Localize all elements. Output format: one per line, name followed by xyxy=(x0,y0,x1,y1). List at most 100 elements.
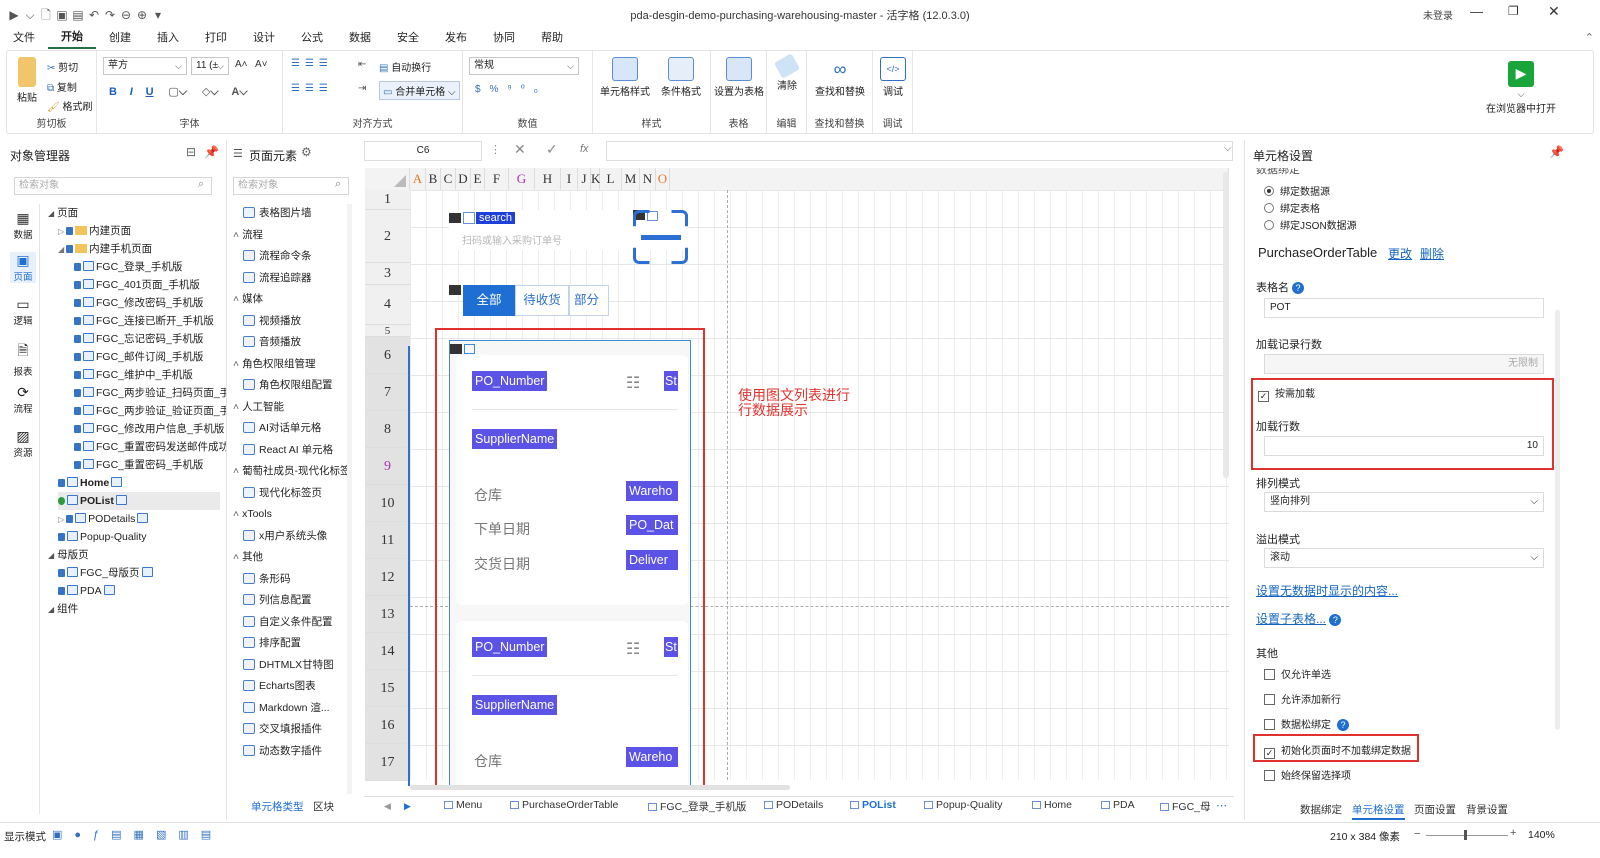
open-browser-button[interactable]: ▶ ⌵ 在浏览器中打开 xyxy=(1483,61,1559,115)
row-header[interactable]: 15 xyxy=(365,670,410,707)
sheet-tab-3[interactable]: PODetails xyxy=(764,799,823,811)
load-count-input[interactable]: 10 xyxy=(1264,436,1544,456)
number-format-icons[interactable]: $%⁹⁰₀ xyxy=(475,84,547,95)
element-item[interactable]: 交叉填报插件 xyxy=(243,720,322,738)
tree-item[interactable]: FGC_修改用户信息_手机版 xyxy=(74,420,224,438)
collapse-icon[interactable]: ⊟ xyxy=(186,145,196,159)
tab-next-icon[interactable]: ▶ xyxy=(404,801,411,812)
zoom-slider-thumb[interactable] xyxy=(1464,830,1467,840)
underline-icon[interactable]: U xyxy=(146,86,154,98)
number-format-select[interactable]: 常规 xyxy=(469,57,579,75)
cut-button[interactable]: ✂ 剪切 xyxy=(47,59,78,74)
tab-partial[interactable]: 部分收 xyxy=(569,285,609,316)
collapse-chevron-icon[interactable]: ˄ xyxy=(233,508,242,520)
element-category[interactable]: ˄ 媒体 xyxy=(233,290,263,308)
page-elements-scrollbar[interactable] xyxy=(347,204,352,794)
element-item[interactable]: DHTMLX甘特图 xyxy=(243,656,334,674)
zoom-in-icon[interactable]: + xyxy=(1510,827,1516,839)
column-header[interactable]: C xyxy=(441,168,456,190)
tree-item[interactable]: FGC_重置密码发送邮件成功 xyxy=(74,438,229,456)
settings-tab-2[interactable]: 页面设置 xyxy=(1414,802,1456,817)
mode-icons[interactable]: ▣●ƒ▤▦▧▥▤ xyxy=(52,828,223,841)
side-report-button[interactable]: 🗎 报表 xyxy=(10,340,36,378)
restore-icon[interactable]: ❐ xyxy=(1508,4,1519,18)
font-family-select[interactable]: 苹方 xyxy=(103,57,187,75)
sheet-tab-2[interactable]: FGC_登录_手机版 xyxy=(648,799,746,814)
element-category[interactable]: ˄ 流程 xyxy=(233,226,263,244)
expand-triangle-icon[interactable]: ◢ xyxy=(48,551,54,560)
menu-security[interactable]: 安全 xyxy=(384,28,432,48)
column-header[interactable]: D xyxy=(456,168,471,190)
menu-file[interactable]: 文件 xyxy=(0,28,48,48)
bind-datasource-radio[interactable]: 绑定数据源 xyxy=(1264,183,1330,198)
row-header[interactable]: 3 xyxy=(365,263,410,285)
element-item[interactable]: Echarts图表 xyxy=(243,677,316,695)
row-header[interactable]: 16 xyxy=(365,707,410,744)
set-table-button[interactable]: 设置为表格 xyxy=(713,57,765,98)
column-header[interactable]: G xyxy=(509,168,535,190)
image-text-list-view[interactable]: PO_Number ☷ St SupplierName 仓库 Wareho 下单… xyxy=(449,340,691,791)
tab-cell-types[interactable]: 单元格类型 xyxy=(251,799,304,814)
grow-font-icon[interactable]: A˄ xyxy=(235,59,248,70)
tree-item[interactable]: ▷ PODetails xyxy=(58,510,150,529)
element-item[interactable]: 条形码 xyxy=(243,570,291,588)
bind-table-radio[interactable]: 绑定表格 xyxy=(1264,200,1320,215)
confirm-formula-icon[interactable]: ✓ xyxy=(546,141,558,158)
option-checkbox[interactable]: 数据松绑定? xyxy=(1264,716,1349,731)
tree-item[interactable]: ▷ 内建页面 xyxy=(58,222,131,241)
minimize-icon[interactable]: — xyxy=(1470,4,1483,19)
sheet-tab-1[interactable]: PurchaseOrderTable xyxy=(510,799,618,811)
collapse-chevron-icon[interactable]: ˄ xyxy=(233,358,242,370)
bind-json-radio[interactable]: 绑定JSON数据源 xyxy=(1264,217,1357,232)
collapse-ribbon-icon[interactable]: ⌃ xyxy=(1585,28,1594,48)
tree-item[interactable]: ◢ 母版页 xyxy=(48,546,89,565)
expand-triangle-icon[interactable]: ◢ xyxy=(58,245,64,254)
indent-icon[interactable]: ⇤ xyxy=(358,59,366,70)
horizontal-align-icons[interactable]: ☰☰☰ xyxy=(291,83,333,94)
column-header[interactable]: J xyxy=(578,168,591,190)
column-header[interactable]: A xyxy=(410,168,426,190)
element-item[interactable]: 动态数字插件 xyxy=(243,742,322,760)
row-header[interactable]: 8 xyxy=(365,411,410,448)
side-logic-button[interactable]: ▭ 逻辑 xyxy=(10,296,36,327)
tree-item[interactable]: FGC_连接已断开_手机版 xyxy=(74,312,214,330)
menu-data[interactable]: 数据 xyxy=(336,28,384,48)
column-header[interactable]: F xyxy=(485,168,509,190)
shrink-font-icon[interactable]: A˅ xyxy=(255,59,268,70)
tree-item[interactable]: FGC_两步验证_扫码页面_手 xyxy=(74,384,230,402)
side-resource-button[interactable]: ▨ 资源 xyxy=(10,428,36,459)
tree-item[interactable]: FGC_维护中_手机版 xyxy=(74,366,193,384)
font-color-icon[interactable]: A⌵ xyxy=(231,86,247,99)
element-item[interactable]: Markdown 渲... xyxy=(243,699,330,717)
login-status[interactable]: 未登录 xyxy=(1423,7,1453,22)
side-data-button[interactable]: ▦ 数据 xyxy=(10,210,36,241)
element-category[interactable]: ˄ 人工智能 xyxy=(233,398,284,416)
italic-icon[interactable]: I xyxy=(130,86,133,98)
format-painter-button[interactable]: 🖌 格式刷 xyxy=(47,98,92,113)
overflow-mode-select[interactable]: 滚动 ⌵ xyxy=(1264,548,1544,568)
row-header[interactable]: 1 xyxy=(365,190,410,210)
find-replace-button[interactable]: ∞ 查找和替换 xyxy=(811,57,869,98)
menu-collab[interactable]: 协同 xyxy=(480,28,528,48)
merge-cells-button[interactable]: ▭ 合并单元格 ⌵ xyxy=(379,81,460,100)
sheet-tab-6[interactable]: Home xyxy=(1032,799,1072,811)
sheet-tab-4[interactable]: POList xyxy=(850,799,896,811)
element-category[interactable]: ˄ 其他 xyxy=(233,548,263,566)
menu-publish[interactable]: 发布 xyxy=(432,28,480,48)
row-header[interactable]: 12 xyxy=(365,559,410,596)
row-header[interactable]: 17 xyxy=(365,744,410,781)
sheet-tab-5[interactable]: Popup-Quality xyxy=(924,799,1003,811)
paste-button[interactable]: 粘贴 xyxy=(13,57,41,104)
menu-create[interactable]: 创建 xyxy=(96,28,144,48)
option-checkbox[interactable]: 允许添加新行 xyxy=(1264,691,1341,706)
copy-button[interactable]: ⧉ 复制 xyxy=(47,79,77,94)
pin-panel-icon[interactable]: 📌 xyxy=(1549,145,1564,159)
sheet-tab-0[interactable]: Menu xyxy=(444,799,482,811)
row-header[interactable]: 13 xyxy=(365,596,410,633)
select-all-corner[interactable] xyxy=(365,168,410,190)
element-category[interactable]: ˄ xTools xyxy=(233,505,272,523)
debug-button[interactable]: </> 调试 xyxy=(877,57,909,98)
element-category[interactable]: ˄ 角色权限组管理 xyxy=(233,355,316,373)
menu-print[interactable]: 打印 xyxy=(192,28,240,48)
fx-icon[interactable]: fx xyxy=(580,143,589,155)
